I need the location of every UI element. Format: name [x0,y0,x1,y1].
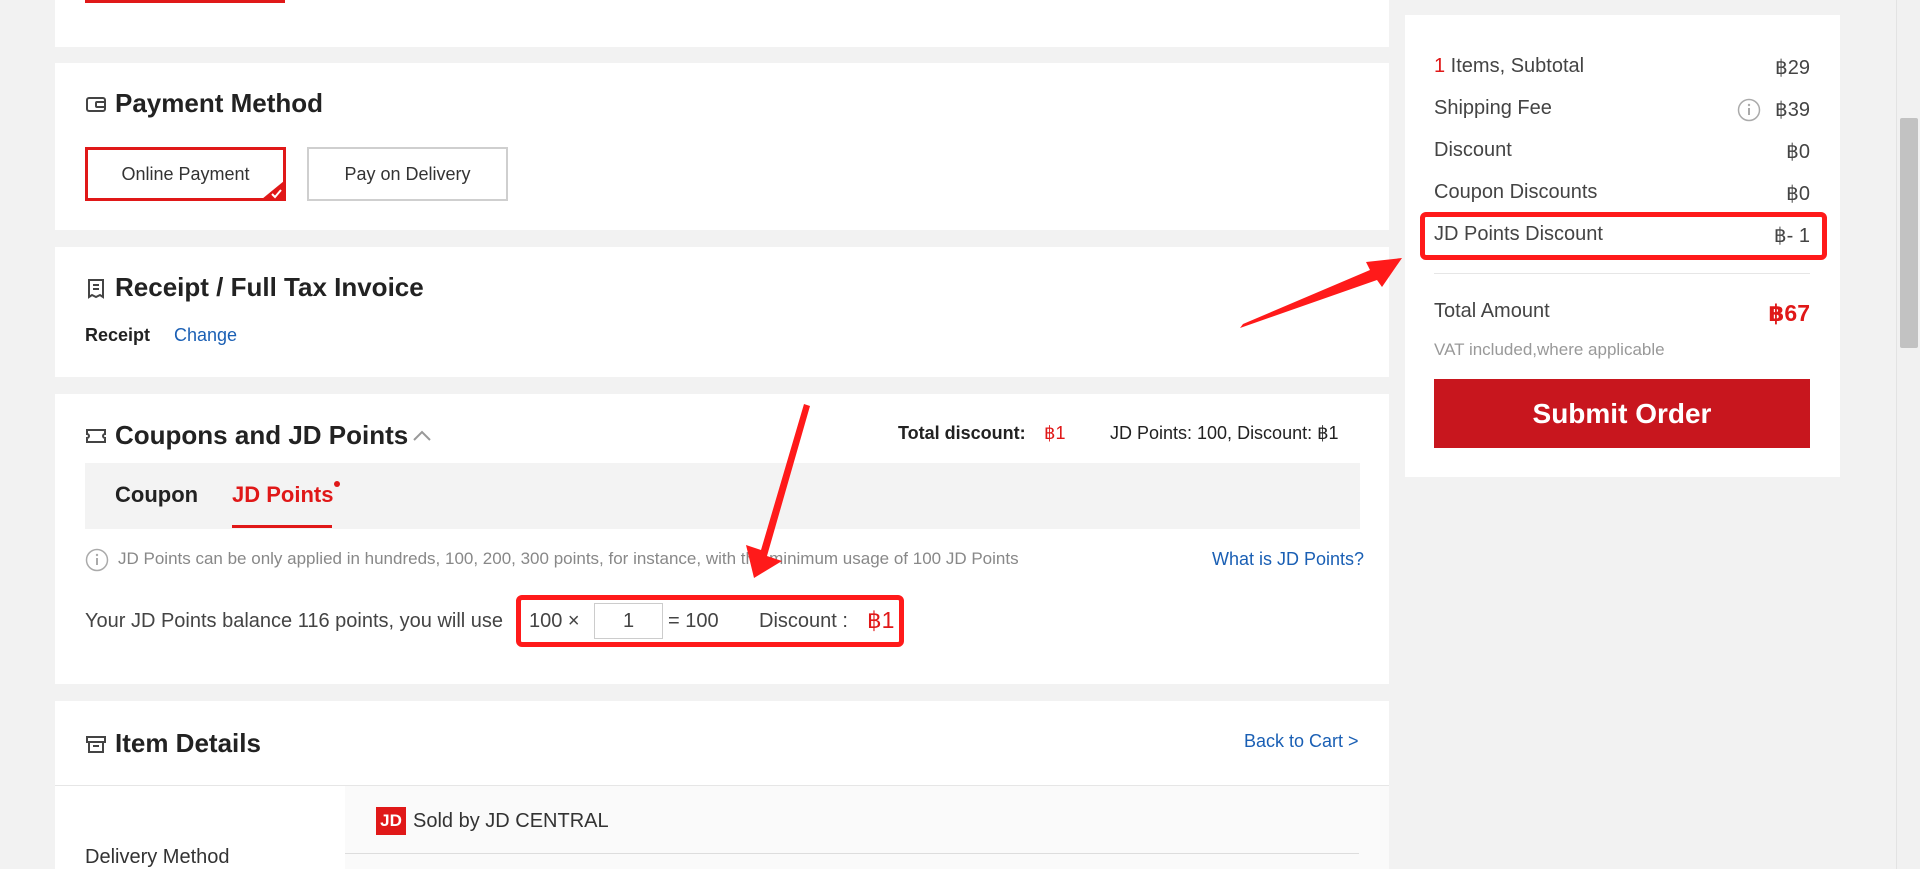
scrollbar-thumb[interactable] [1900,118,1918,348]
annotation-arrows [746,258,1402,578]
arrow-to-points-input [746,404,810,578]
page-scrollbar[interactable] [1896,0,1920,869]
arrow-to-points-discount [1240,258,1402,328]
